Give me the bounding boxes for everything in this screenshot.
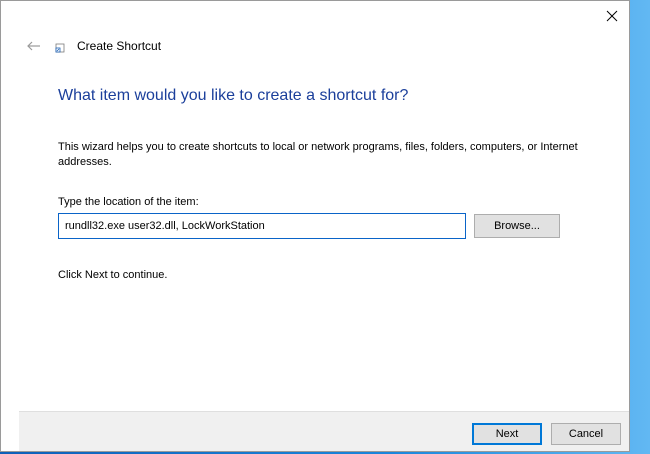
- close-icon: [606, 10, 618, 22]
- continue-text: Click Next to continue.: [58, 269, 168, 281]
- shortcut-icon: [55, 43, 65, 53]
- wizard-description: This wizard helps you to create shortcut…: [58, 141, 578, 168]
- cancel-button[interactable]: Cancel: [551, 423, 621, 445]
- browse-button[interactable]: Browse...: [474, 214, 560, 238]
- create-shortcut-dialog: Create Shortcut What item would you like…: [0, 0, 630, 452]
- location-input[interactable]: [58, 213, 466, 239]
- back-arrow-icon: [27, 41, 40, 51]
- location-label: Type the location of the item:: [58, 196, 199, 208]
- window-title: Create Shortcut: [77, 39, 162, 53]
- next-button[interactable]: Next: [472, 423, 542, 445]
- close-button[interactable]: [599, 3, 625, 29]
- back-button[interactable]: [23, 37, 45, 55]
- page-heading: What item would you like to create a sho…: [58, 87, 409, 104]
